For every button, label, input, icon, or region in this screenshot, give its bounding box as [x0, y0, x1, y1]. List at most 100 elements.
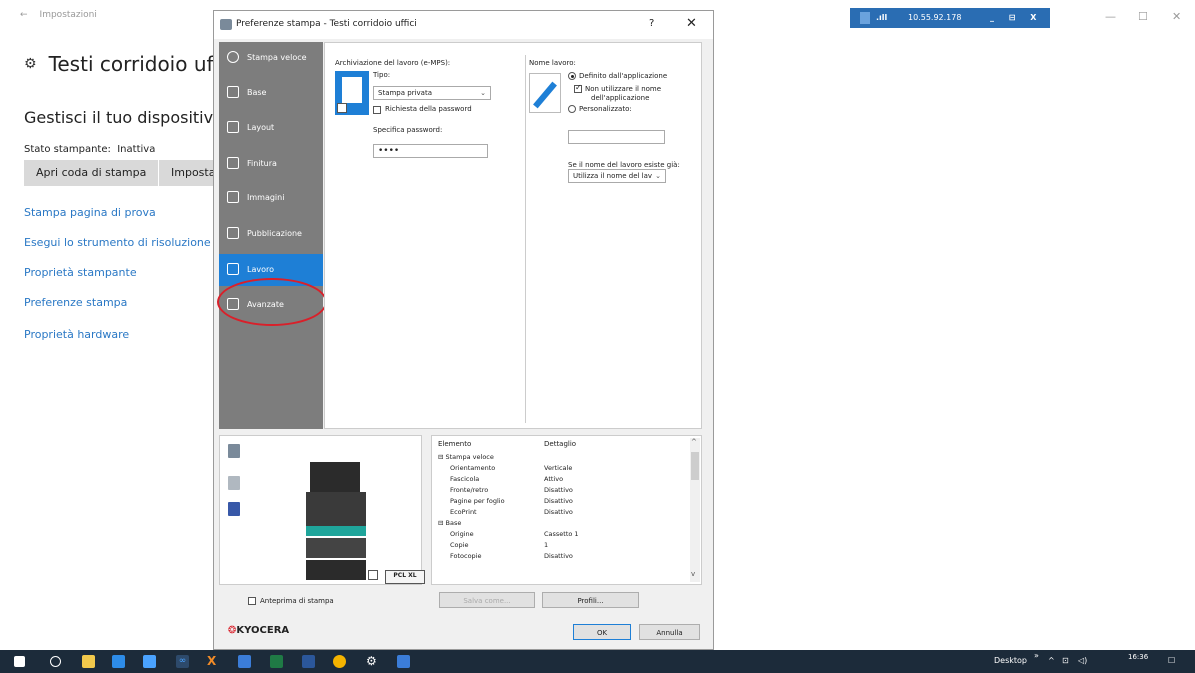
job-type-select[interactable]: Stampa privata ⌄ — [373, 86, 491, 100]
print-preview-checkbox[interactable] — [248, 597, 256, 605]
job-storage-heading: Archiviazione del lavoro (e-MPS): — [335, 59, 451, 67]
back-arrow-icon[interactable]: ← — [20, 10, 28, 20]
page-view-icon[interactable] — [228, 476, 240, 490]
printer-properties-link[interactable]: Proprietà stampante — [24, 266, 137, 279]
save-as-button[interactable]: Salva come... — [439, 592, 535, 608]
ok-button[interactable]: OK — [573, 624, 631, 640]
custom-job-name-input[interactable] — [568, 130, 665, 144]
clock-icon — [227, 51, 239, 63]
remote-desktop-icon[interactable] — [238, 655, 251, 668]
overflow-chevron-icon[interactable]: » — [1034, 651, 1039, 660]
password-input[interactable]: •••• — [373, 144, 488, 158]
row-item: Origine — [450, 530, 474, 538]
remote-controls[interactable]: _ ⊟ X — [990, 8, 1042, 28]
tab-base[interactable]: Base — [219, 77, 323, 109]
layout-grid-icon — [227, 121, 239, 133]
volume-icon[interactable]: ◁) — [1078, 656, 1087, 665]
tab-finitura[interactable]: Finitura — [219, 148, 323, 180]
row-item: ⊟ Stampa veloce — [438, 453, 494, 461]
table-row[interactable]: ⊟ Base — [432, 519, 682, 529]
dont-use-app-name-label-2: dell'applicazione — [591, 94, 650, 102]
file-explorer-icon[interactable] — [82, 655, 95, 668]
if-exists-select[interactable]: Utilizza il nome del lav ⌄ — [568, 169, 666, 183]
tab-pubblicazione[interactable]: Pubblicazione — [219, 218, 323, 250]
cancel-button[interactable]: Annulla — [639, 624, 700, 640]
network-icon[interactable]: ⊡ — [1062, 656, 1069, 665]
settings-gear-icon[interactable]: ⚙ — [366, 655, 379, 668]
scroll-down-icon[interactable]: v — [691, 570, 695, 578]
hardware-properties-link[interactable]: Proprietà hardware — [24, 328, 129, 341]
tab-layout[interactable]: Layout — [219, 112, 323, 144]
row-item: Copie — [450, 541, 469, 549]
printer-view-icon[interactable] — [228, 444, 240, 458]
profiles-button[interactable]: Profili... — [542, 592, 639, 608]
if-exists-label: Se il nome del lavoro esiste già: — [568, 161, 680, 169]
clock-time[interactable]: 16:36 — [1128, 653, 1148, 661]
close-window-icon[interactable]: ✕ — [1172, 10, 1181, 23]
type-label: Tipo: — [373, 71, 391, 79]
require-password-checkbox[interactable] — [373, 106, 381, 114]
row-detail: Disattivo — [544, 486, 573, 494]
print-preview-label: Anteprima di stampa — [260, 597, 334, 605]
table-row[interactable]: Fotocopie Disattivo — [432, 552, 682, 562]
table-row[interactable]: Orientamento Verticale — [432, 464, 682, 474]
finishing-icon — [227, 157, 239, 169]
row-detail: Cassetto 1 — [544, 530, 579, 538]
manage-device-heading: Gestisci il tuo dispositivo — [24, 108, 223, 127]
tab-stampa-veloce[interactable]: Stampa veloce — [219, 42, 323, 74]
app-defined-label: Definito dall'applicazione — [579, 72, 668, 80]
table-row[interactable]: Fascicola Attivo — [432, 475, 682, 485]
open-print-queue-button[interactable]: Apri coda di stampa — [24, 160, 159, 186]
table-row[interactable]: Copie 1 — [432, 541, 682, 551]
infinity-icon[interactable]: ∞ — [176, 655, 189, 668]
highlight-circle — [217, 278, 327, 326]
dont-use-app-name-checkbox[interactable] — [574, 83, 582, 93]
word-icon[interactable] — [302, 655, 315, 668]
job-name-icon — [529, 73, 561, 113]
color-view-icon[interactable] — [228, 502, 240, 516]
row-item: Orientamento — [450, 464, 496, 472]
scroll-thumb[interactable] — [691, 452, 699, 480]
grid-header-item: Elemento — [438, 440, 472, 448]
tray-up-icon[interactable]: ^ — [1048, 656, 1055, 665]
app-icon-1[interactable] — [112, 655, 125, 668]
pin-icon[interactable] — [860, 12, 870, 24]
excel-icon[interactable] — [270, 655, 283, 668]
app-defined-radio[interactable] — [568, 72, 576, 80]
minimize-icon[interactable]: — — [1105, 10, 1116, 23]
dialog-titlebar: Preferenze stampa - Testi corridoio uffi… — [214, 11, 713, 39]
search-icon[interactable] — [50, 656, 61, 667]
grid-scrollbar[interactable]: ^ v — [690, 438, 700, 582]
start-icon[interactable] — [14, 656, 25, 667]
kyocera-logo: ❂KYOCERA — [228, 625, 290, 636]
printing-preferences-link[interactable]: Preferenze stampa — [24, 296, 127, 309]
signal-icon: .ıll — [876, 13, 888, 22]
table-row[interactable]: Origine Cassetto 1 — [432, 530, 682, 540]
specify-password-label: Specifica password: — [373, 126, 443, 134]
settings-back[interactable]: ← Impostazioni — [20, 10, 97, 20]
table-row[interactable]: Fronte/retro Disattivo — [432, 486, 682, 496]
app-icon-2[interactable] — [143, 655, 156, 668]
row-item: Pagine per foglio — [450, 497, 505, 505]
table-row[interactable]: Pagine per foglio Disattivo — [432, 497, 682, 507]
table-row[interactable]: ⊟ Stampa veloce — [432, 453, 682, 463]
desktop-label[interactable]: Desktop — [994, 656, 1027, 665]
tab-label: Finitura — [247, 159, 277, 168]
table-row[interactable]: EcoPrint Disattivo — [432, 508, 682, 518]
printer-icon — [220, 19, 232, 30]
notification-icon[interactable]: ☐ — [1168, 656, 1175, 665]
tab-label: Base — [247, 88, 267, 97]
scroll-up-icon[interactable]: ^ — [691, 438, 697, 446]
maximize-icon[interactable]: ☐ — [1138, 10, 1148, 23]
printer-status: Stato stampante: Inattiva — [24, 144, 155, 155]
printer-app-icon[interactable] — [397, 655, 410, 668]
remote-connection-bar[interactable]: .ıll 10.55.92.178 _ ⊟ X — [850, 8, 1050, 28]
tab-immagini[interactable]: Immagini — [219, 182, 323, 214]
custom-radio[interactable] — [568, 105, 576, 113]
help-button[interactable]: ? — [649, 18, 654, 29]
troubleshooter-link[interactable]: Esegui lo strumento di risoluzione dei — [24, 236, 213, 249]
chrome-icon[interactable] — [333, 655, 346, 668]
dialog-close-button[interactable]: ✕ — [686, 16, 697, 31]
xampp-icon[interactable]: X — [207, 655, 220, 668]
print-test-page-link[interactable]: Stampa pagina di prova — [24, 206, 156, 219]
